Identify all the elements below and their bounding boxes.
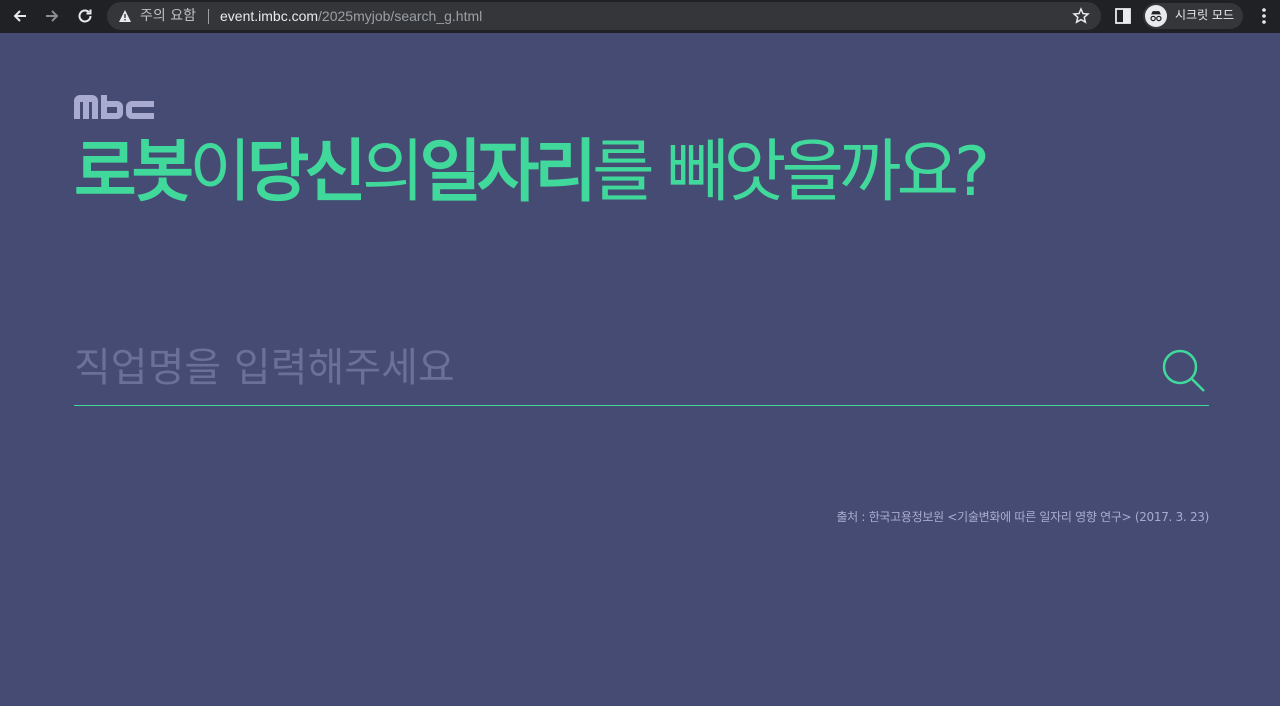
side-panel-icon[interactable] xyxy=(1113,6,1133,26)
forward-button[interactable] xyxy=(40,4,64,28)
job-search-bar xyxy=(74,328,1209,406)
page-headline: 로봇이당신의일자리를 빼앗을까요? xyxy=(74,128,990,218)
url-host: event.imbc.com xyxy=(220,8,319,24)
incognito-label: 시크릿 모드 xyxy=(1175,8,1235,22)
browser-toolbar: 주의 요함 event.imbc.com/2025myjob/search_g.… xyxy=(0,0,1280,33)
arrow-left-icon xyxy=(13,10,26,22)
headline-tail: 를 빼앗을까요? xyxy=(592,133,990,212)
headline-word-you: 당신 xyxy=(246,133,367,212)
address-divider xyxy=(208,9,209,24)
reload-icon xyxy=(78,9,92,23)
url-text[interactable]: event.imbc.com/2025myjob/search_g.html xyxy=(220,8,482,24)
bookmark-star-icon[interactable] xyxy=(1072,7,1090,25)
kebab-menu-icon[interactable] xyxy=(1256,6,1272,26)
mbc-logo xyxy=(74,95,154,119)
arrow-right-icon xyxy=(46,10,59,22)
incognito-icon xyxy=(1145,5,1167,27)
warning-icon[interactable] xyxy=(118,9,132,23)
headline-particle-1: 이 xyxy=(189,133,252,212)
headline-particle-2: 의 xyxy=(361,133,425,212)
address-bar[interactable]: 주의 요함 event.imbc.com/2025myjob/search_g.… xyxy=(107,2,1101,30)
url-path: /2025myjob/search_g.html xyxy=(318,8,483,24)
incognito-badge[interactable]: 시크릿 모드 xyxy=(1143,3,1243,29)
headline-word-job: 일자리 xyxy=(419,133,597,212)
headline-word-robot: 로봇 xyxy=(74,133,194,212)
search-icon[interactable] xyxy=(1161,348,1207,394)
page-body: 로봇이당신의일자리를 빼앗을까요? 출처 : 한국고용정보원 <기술변화에 따른… xyxy=(0,33,1280,706)
reload-button[interactable] xyxy=(73,4,97,28)
back-button[interactable] xyxy=(8,4,32,28)
security-warning-label[interactable]: 주의 요함 xyxy=(140,8,196,24)
source-citation: 출처 : 한국고용정보원 <기술변화에 따른 일자리 영향 연구> (2017.… xyxy=(836,510,1209,524)
job-search-input[interactable] xyxy=(74,338,1144,398)
